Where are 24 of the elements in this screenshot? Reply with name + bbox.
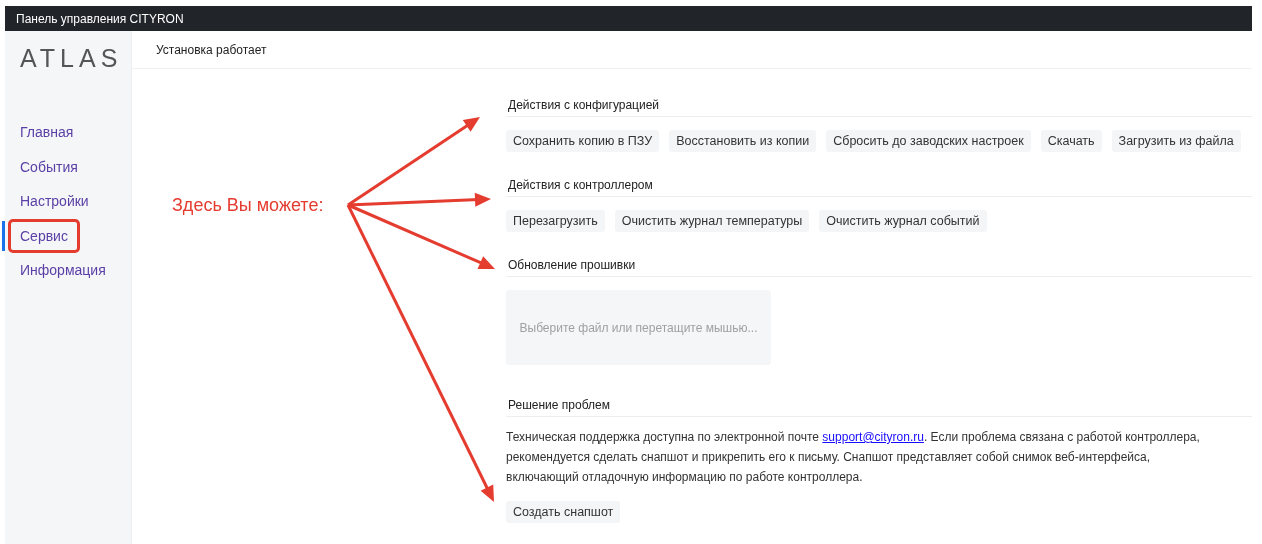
action-button[interactable]: Загрузить из файла [1111, 130, 1241, 152]
action-button[interactable]: Восстановить из копии [669, 130, 817, 152]
snapshot-button[interactable]: Создать снапшот [506, 501, 621, 523]
action-button[interactable]: Сбросить до заводских настроек [826, 130, 1031, 152]
action-button[interactable]: Очистить журнал температуры [614, 210, 810, 232]
email-link[interactable]: support@cityron.ru [822, 430, 924, 444]
section-heading: Действия с конфигурацией [506, 92, 1252, 117]
annotation-text: Здесь Вы можете: [172, 195, 324, 216]
section-heading: Действия с контроллером [506, 172, 1252, 197]
sidebar-item[interactable]: События [2, 151, 78, 182]
action-button[interactable]: Очистить журнал событий [819, 210, 987, 232]
sidebar-item[interactable]: Сервис [2, 220, 68, 251]
status-text: Установка работает [156, 42, 267, 57]
action-button[interactable]: Перезагрузить [506, 210, 605, 232]
sidebar-item[interactable]: Настройки [2, 186, 89, 217]
support-paragraph: Техническая поддержка доступна по электронной почте support@cityron.ru. Если проблема связана с работой контроллера, рекомендуется сделать снапшот и прикрепить его к письму. Снапшот представляет собой снимок веб-интерфейса, включающий отладочную информацию по работе контроллера. [506, 429, 1201, 486]
action-button[interactable]: Сохранить копию в ПЗУ [506, 130, 660, 152]
action-button[interactable]: Скачать [1040, 130, 1102, 152]
section-heading: Решение проблем [506, 392, 1252, 417]
window-title: Панель управления CITYRON [16, 11, 184, 26]
logo: ATLAS [19, 43, 124, 74]
sidebar-item[interactable]: Главная [2, 117, 74, 148]
sidebar-item[interactable]: Информация [2, 255, 106, 286]
section-heading: Обновление прошивки [506, 252, 1252, 277]
